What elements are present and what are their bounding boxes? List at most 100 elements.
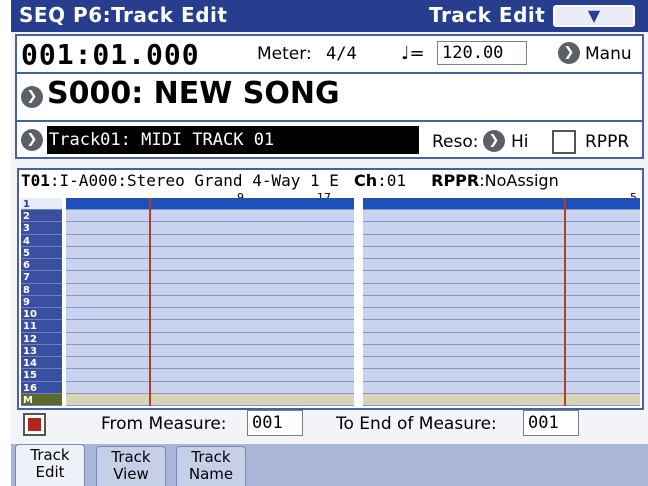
tab-label: View [113,465,149,483]
track-number[interactable]: 5 [21,247,62,260]
grid-line [363,221,640,223]
tab-track-edit[interactable]: Track Edit [15,444,85,486]
playhead-right[interactable] [564,198,566,406]
stop-button[interactable] [23,413,46,436]
track-number[interactable]: 2 [21,210,62,223]
song-name[interactable]: S000: NEW SONG [47,76,340,111]
grid-line [66,245,354,247]
grid-line [363,294,640,296]
tempo-mode-button[interactable]: ❯ [558,42,580,64]
grid-line [66,368,354,370]
track-number[interactable]: 10 [21,308,62,321]
track-number[interactable]: 13 [21,345,62,358]
meter-value[interactable]: 4/4 [326,44,357,64]
divider [17,72,642,74]
title-bar: SEQ P6:Track Edit Track Edit ▼ [11,0,648,32]
track-number[interactable]: 9 [21,296,62,309]
grid-line [66,294,354,296]
grid-line [363,343,640,345]
to-measure-label: To End of Measure: [336,414,497,434]
meter-label: Meter: [257,44,312,64]
grid-line [66,233,354,235]
tab-track-name[interactable]: Track Name [176,446,246,486]
song-select-button[interactable]: ❯ [21,86,43,108]
chevron-right-icon: ❯ [563,45,575,60]
grid-line [66,307,354,309]
grid-line [66,343,354,345]
divider [17,120,642,122]
track-number-column: 1 2 3 4 5 6 7 8 9 10 11 12 13 14 15 16 M [21,198,62,406]
grid-line [363,368,640,370]
tab-label: Track [30,446,70,464]
grid-line [66,319,354,321]
reso-value: Hi [511,132,529,152]
rppr-info-label: RPPR [431,171,480,190]
page-title: SEQ P6:Track Edit [19,3,228,27]
tempo-field[interactable]: 120.00 [437,41,527,65]
grid-line [363,405,640,406]
rppr-checkbox[interactable] [552,130,576,154]
track-number[interactable]: M [21,393,62,406]
tab-track-view[interactable]: Track View [96,446,166,486]
song-info-panel: 001:01.000 Meter: 4/4 ♩= 120.00 ❯ Manu ❯… [15,34,644,159]
grid-line [363,319,640,321]
track-number[interactable]: 8 [21,284,62,296]
tab-label: Name [188,465,234,483]
track-number[interactable]: 1 [21,198,62,211]
tab-label: Track [191,448,231,466]
channel-label: Ch [353,171,378,190]
tempo-symbol: ♩= [401,43,425,64]
grid-line [363,233,640,235]
locator-position[interactable]: 001:01.000 [21,38,200,71]
grid-line [363,356,640,358]
reso-label: Reso: [432,132,479,152]
grid-line [363,209,640,211]
track-number[interactable]: 6 [21,259,62,272]
grid-line [363,245,640,247]
chevron-down-icon: ▼ [587,6,601,25]
chevron-right-icon: ❯ [26,132,38,147]
grid-line [363,307,640,309]
grid-line [66,331,354,333]
chevron-right-icon: ❯ [26,89,38,104]
rppr-label: RPPR [585,132,630,152]
track-number[interactable]: 11 [21,320,62,333]
grid-line [363,258,640,260]
track-number[interactable]: 3 [21,222,62,235]
track-select-field[interactable]: Track01: MIDI TRACK 01 [47,126,419,154]
rppr-info-value: :NoAssign [479,171,559,190]
screen: SEQ P6:Track Edit Track Edit ▼ 001:01.00… [11,0,648,486]
grid-line [66,258,354,260]
grid-line [66,209,354,211]
track-number[interactable]: 15 [21,369,62,382]
grid-line [66,405,354,406]
grid-line [66,221,354,223]
track-select-button[interactable]: ❯ [21,129,43,151]
tempo-mode-value: Manu [585,44,632,64]
grid-line [66,380,354,382]
chevron-right-icon: ❯ [488,133,500,148]
track-number[interactable]: 14 [21,357,62,370]
playhead-left[interactable] [149,198,151,406]
track-number[interactable]: 7 [21,271,62,284]
track-view: T01:I-A000:Stereo Grand 4-Way 1 E Ch:01 … [17,168,644,410]
grid-line [66,356,354,358]
grid-line [363,331,640,333]
track-info-line: T01:I-A000:Stereo Grand 4-Way 1 E Ch:01 … [21,170,641,192]
track-grid-left[interactable] [66,198,354,406]
reso-select-button[interactable]: ❯ [483,130,505,152]
grid-line [66,282,354,284]
track-number[interactable]: 12 [21,333,62,345]
channel-value: :01 [377,171,407,190]
tab-label: Edit [35,463,65,481]
page-menu-button[interactable]: ▼ [553,5,635,27]
track-grid-right[interactable] [363,198,640,406]
page-name: Track Edit [429,3,546,27]
to-measure-field[interactable]: 001 [523,410,579,436]
grid-line [363,380,640,382]
track-number[interactable]: 4 [21,235,62,247]
grid-line [363,282,640,284]
from-measure-field[interactable]: 001 [247,410,303,436]
track-number[interactable]: 16 [21,382,62,394]
tab-label: Track [111,448,151,466]
